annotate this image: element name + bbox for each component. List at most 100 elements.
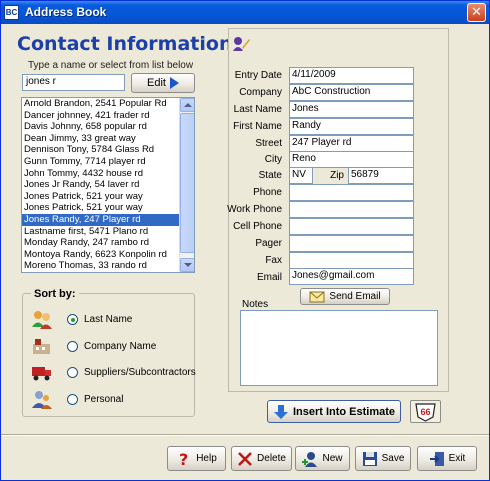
page-title: Contact Information [17, 33, 233, 55]
sort-group-title: Sort by: [31, 288, 79, 300]
delete-button[interactable]: Delete [231, 446, 292, 471]
scroll-up-button[interactable] [180, 98, 194, 112]
sort-label-suppliers: Suppliers/Subcontractors [84, 366, 196, 378]
entry-date-field[interactable]: 4/11/2009 [289, 67, 414, 84]
fax-label: Fax [265, 255, 282, 266]
sort-option-last-name[interactable]: Last Name [31, 308, 132, 330]
sort-option-company-name[interactable]: Company Name [31, 335, 156, 357]
delete-label: Delete [257, 453, 286, 464]
street-label: Street [255, 138, 282, 149]
search-input[interactable]: jones r [22, 74, 125, 91]
first-name-label: First Name [233, 121, 282, 132]
send-email-button[interactable]: Send Email [300, 288, 390, 305]
city-label: City [264, 154, 282, 165]
building-icon [31, 336, 53, 356]
help-label: Help [196, 453, 217, 464]
exit-label: Exit [448, 453, 466, 464]
sort-option-suppliers[interactable]: Suppliers/Subcontractors [31, 361, 196, 383]
fax-field[interactable] [289, 252, 414, 269]
phone-label: Phone [253, 187, 282, 198]
list-item[interactable]: Jones Patrick, 521 your way [22, 191, 180, 203]
sort-option-personal[interactable]: Personal [31, 388, 123, 410]
list-item[interactable]: Moreno Thomas, 33 rando rd [22, 260, 180, 272]
person-icon [31, 389, 53, 409]
sort-label-last-name: Last Name [84, 313, 133, 325]
delete-x-icon [237, 451, 253, 467]
radio-suppliers[interactable] [67, 366, 78, 378]
first-name-field[interactable]: Randy [289, 118, 414, 135]
truck-icon [31, 362, 53, 382]
insert-into-estimate-button[interactable]: Insert Into Estimate [267, 400, 401, 423]
people-icon [31, 309, 53, 329]
edit-button-label: Edit [147, 77, 166, 89]
pager-label: Pager [255, 238, 282, 249]
list-item[interactable]: Jones Randy, 247 Player rd [22, 213, 180, 226]
title-bar[interactable]: BC Address Book ✕ [1, 1, 489, 24]
save-label: Save [381, 453, 405, 464]
floppy-disk-icon [362, 451, 378, 467]
svg-text:?: ? [179, 451, 188, 467]
scroll-down-button[interactable] [180, 258, 194, 272]
list-item[interactable]: Jones Jr Randy, 54 laver rd [22, 179, 180, 191]
list-item[interactable]: Arnold Brandon, 2541 Popular Rd [22, 98, 180, 110]
list-scrollbar[interactable] [179, 98, 194, 272]
close-button[interactable]: ✕ [467, 3, 486, 22]
address-book-window: BC Address Book ✕ Contact Information Ty… [0, 0, 490, 481]
new-label: New [322, 453, 343, 464]
company-label: Company [239, 87, 282, 98]
edit-contact-icon [232, 35, 250, 51]
list-item[interactable]: Montoya Randy, 6623 Konpolin rd [22, 249, 180, 261]
new-button[interactable]: New [295, 446, 350, 471]
add-person-icon [302, 451, 318, 467]
list-item[interactable]: Odem William, 47 player rd [22, 272, 180, 273]
route-66-icon[interactable]: 66 [410, 400, 441, 423]
arrow-right-icon [169, 77, 179, 89]
footer-separator [1, 434, 489, 436]
list-item[interactable]: Monday Randy, 247 rambo rd [22, 237, 180, 249]
list-item[interactable]: Dennison Tony, 5784 Glass Rd [22, 144, 180, 156]
exit-button[interactable]: Exit [417, 446, 477, 471]
insert-into-estimate-label: Insert Into Estimate [292, 405, 396, 418]
edit-button[interactable]: Edit [131, 73, 195, 93]
pager-field[interactable] [289, 235, 414, 252]
exit-door-icon [429, 451, 445, 467]
notes-label: Notes [242, 299, 269, 310]
city-field[interactable]: Reno [289, 151, 414, 168]
radio-company-name[interactable] [67, 340, 78, 352]
company-field[interactable]: AbC Construction [289, 84, 414, 101]
sort-label-personal: Personal [84, 393, 124, 405]
street-field[interactable]: 247 Player rd [289, 135, 414, 152]
question-icon: ? [176, 450, 192, 469]
list-item[interactable]: Jones Patrick, 521 your way [22, 202, 180, 214]
email-label: Email [256, 272, 282, 283]
last-name-field[interactable]: Jones [289, 101, 414, 118]
list-item[interactable]: Lastname first, 5471 Plano rd [22, 226, 180, 238]
state-label: State [258, 170, 282, 181]
search-hint: Type a name or select from list below [28, 60, 194, 71]
notes-textarea[interactable] [240, 310, 438, 386]
email-field[interactable]: Jones@gmail.com [289, 268, 414, 285]
radio-personal[interactable] [67, 393, 78, 405]
arrow-down-icon [273, 404, 289, 420]
help-button[interactable]: ? Help [167, 446, 226, 471]
list-item[interactable]: Davis Johnny, 658 popular rd [22, 121, 180, 133]
app-icon: BC [4, 5, 19, 20]
scroll-thumb[interactable] [180, 113, 194, 253]
list-item[interactable]: John Tommy, 4432 house rd [22, 168, 180, 180]
zip-label: Zip [330, 170, 344, 181]
cell-phone-field[interactable] [289, 218, 414, 235]
work-phone-field[interactable] [289, 201, 414, 218]
list-item[interactable]: Dean Jimmy, 33 great way [22, 133, 180, 145]
zip-field[interactable]: 56879 [348, 167, 414, 184]
envelope-icon [309, 289, 325, 305]
list-item[interactable]: Gunn Tommy, 7714 player rd [22, 156, 180, 168]
radio-last-name[interactable] [67, 313, 78, 325]
contact-list[interactable]: Arnold Brandon, 2541 Popular Rd Dancer jo… [21, 97, 195, 273]
phone-field[interactable] [289, 184, 414, 201]
window-title: Address Book [25, 5, 107, 19]
list-item[interactable]: Dancer johnney, 421 frader rd [22, 110, 180, 122]
send-email-label: Send Email [329, 291, 381, 302]
sort-label-company-name: Company Name [84, 340, 157, 352]
save-button[interactable]: Save [355, 446, 411, 471]
cell-phone-label: Cell Phone [233, 221, 282, 232]
